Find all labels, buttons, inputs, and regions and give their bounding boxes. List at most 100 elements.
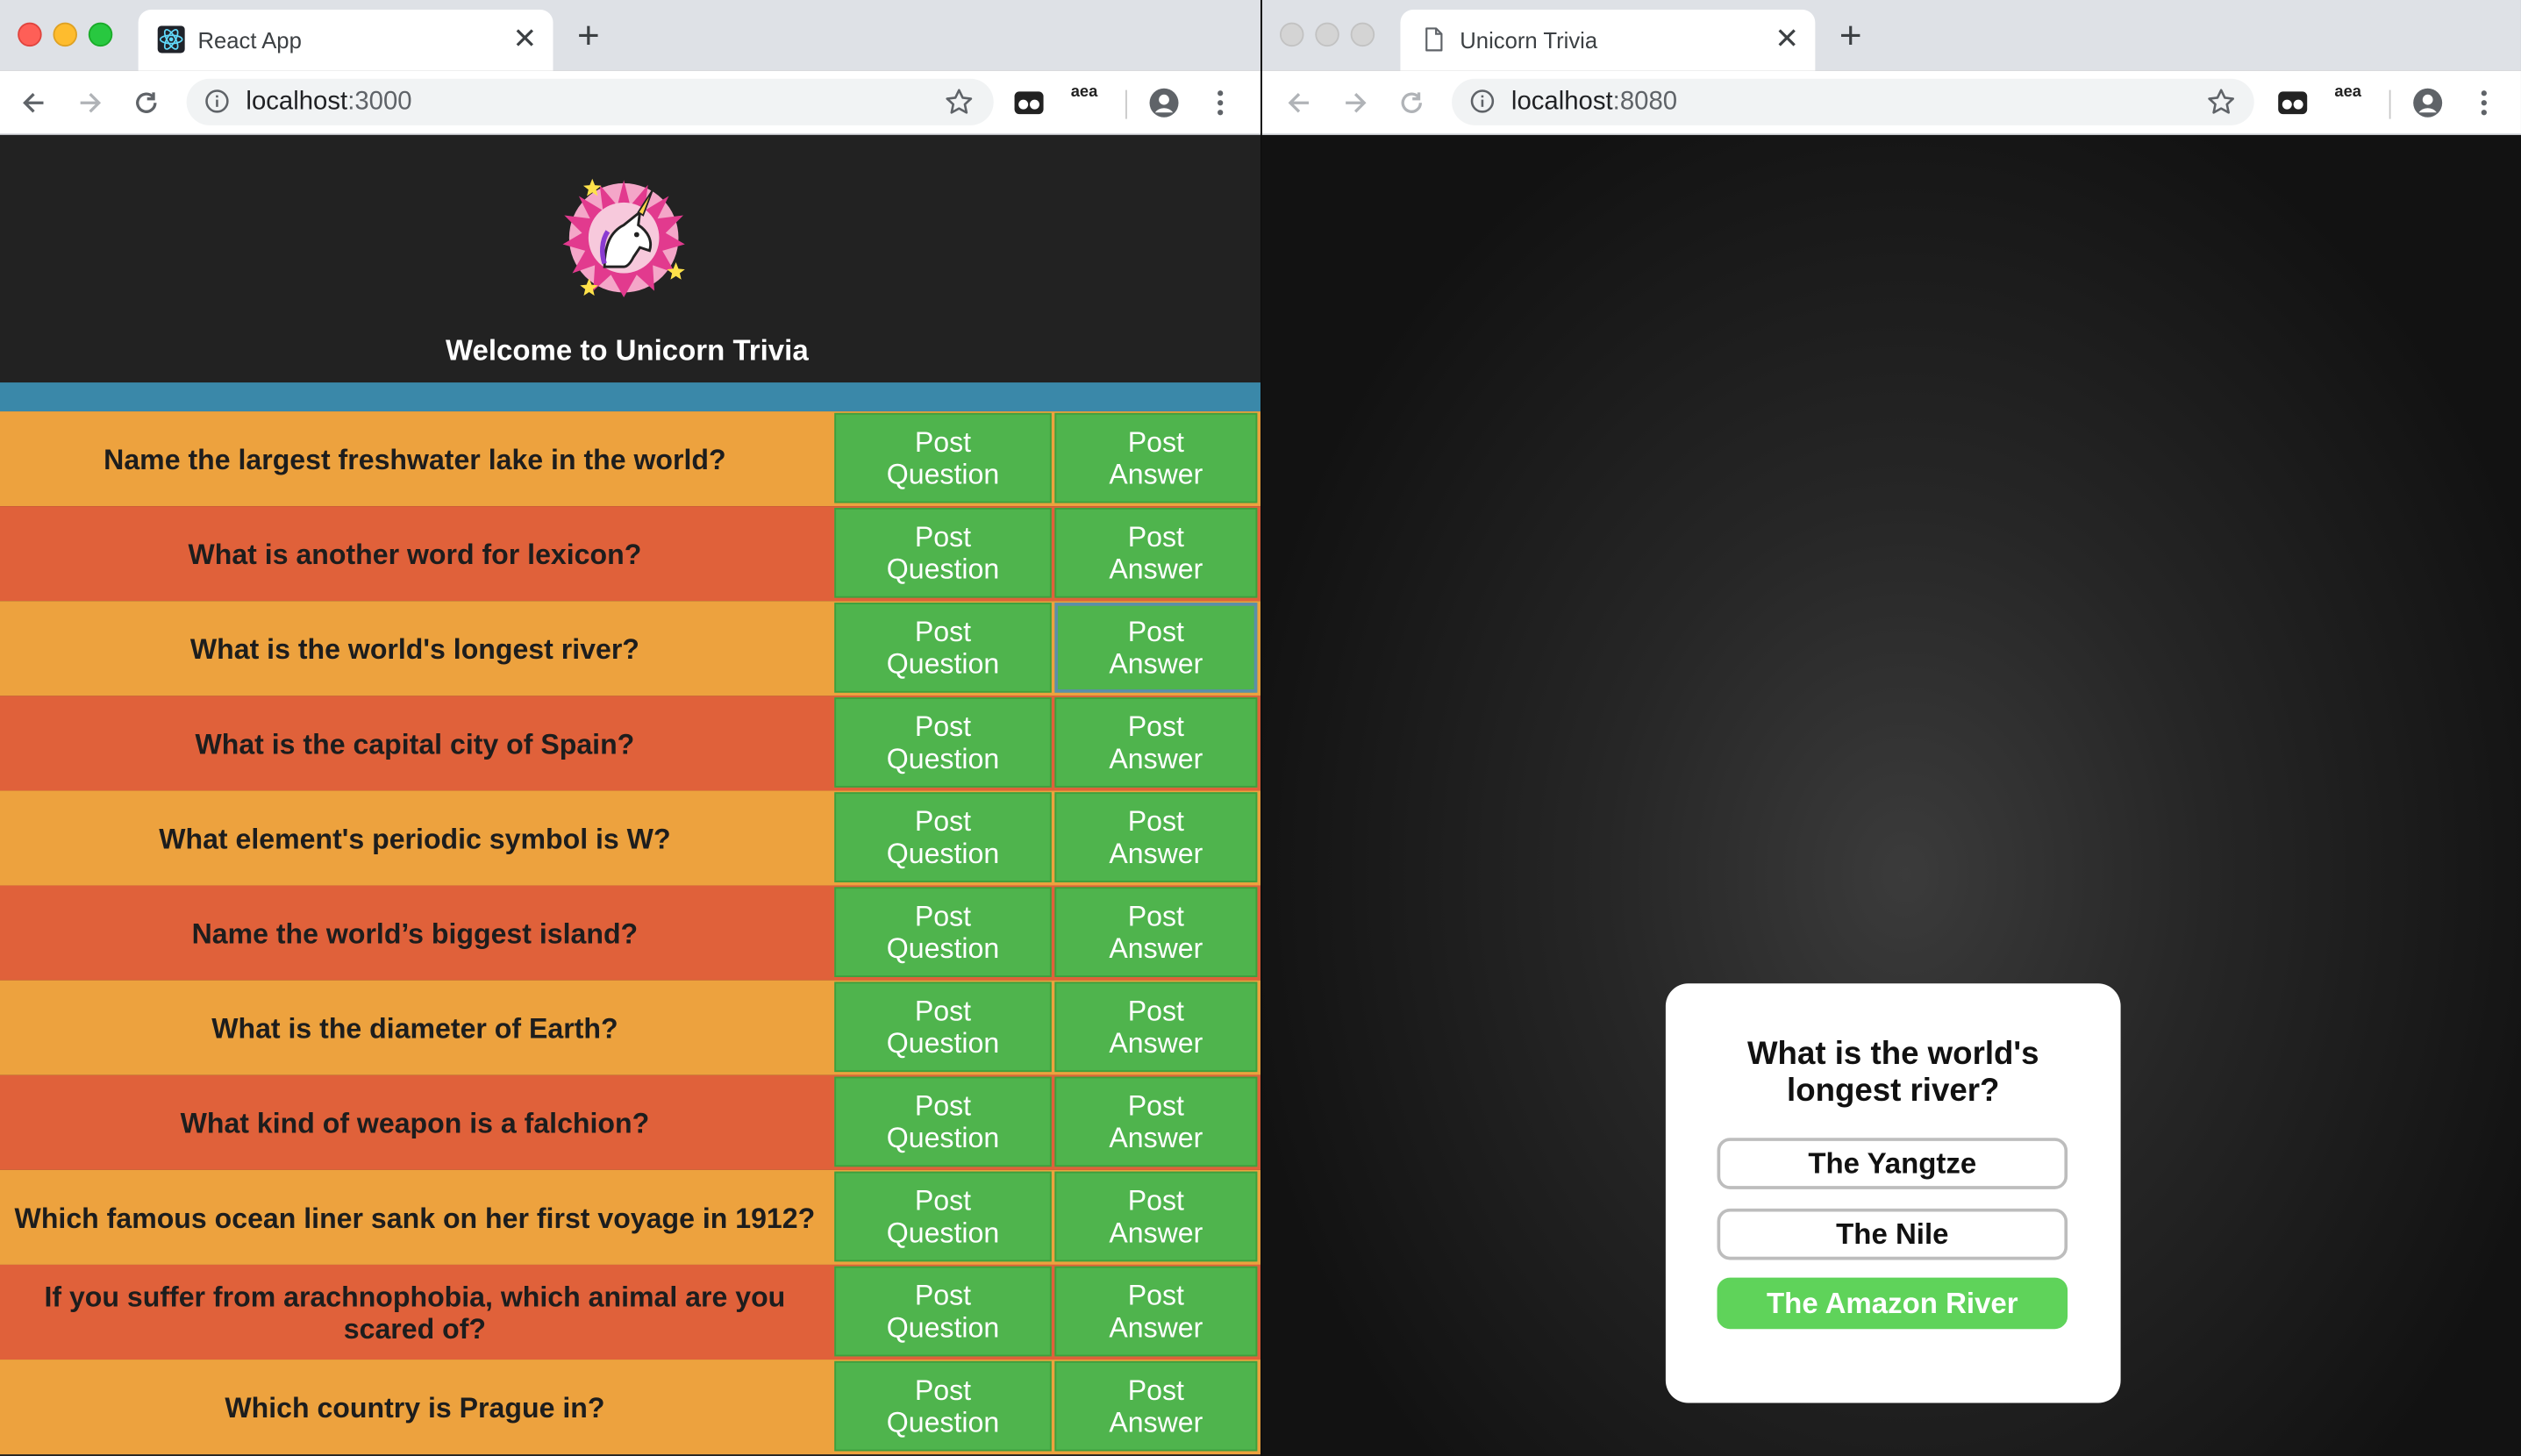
menu-kebab-icon[interactable] — [1204, 87, 1237, 119]
post-answer-button[interactable]: Post Answer — [1054, 507, 1258, 598]
close-tab-icon[interactable]: ✕ — [513, 23, 538, 55]
new-tab-button[interactable]: + — [577, 15, 600, 58]
tab-bar: React App ✕ + — [0, 0, 1260, 71]
profile-avatar-icon[interactable] — [2411, 87, 2444, 119]
question-row: What is the capital city of Spain? Post Q… — [0, 696, 1260, 791]
menu-kebab-icon[interactable] — [2468, 87, 2501, 119]
question-row: What is the diameter of Earth? Post Quest… — [0, 980, 1260, 1075]
question-text: Which country is Prague in? — [225, 1390, 605, 1424]
question-text: Which famous ocean liner sank on her fir… — [14, 1201, 816, 1234]
post-question-button[interactable]: Post Question — [834, 507, 1052, 598]
info-icon[interactable] — [204, 89, 230, 114]
question-row: What is another word for lexicon? Post Qu… — [0, 506, 1260, 602]
forward-arrow-icon[interactable] — [72, 85, 107, 120]
post-answer-button[interactable]: Post Answer — [1054, 981, 1258, 1073]
question-row: What kind of weapon is a falchion? Post Q… — [0, 1074, 1260, 1170]
extension-icon[interactable] — [1013, 87, 1046, 119]
post-answer-button[interactable]: Post Answer — [1054, 1171, 1258, 1262]
unicorn-logo — [562, 178, 685, 297]
post-question-button[interactable]: Post Question — [834, 1076, 1052, 1167]
question-row: Which famous ocean liner sank on her fir… — [0, 1169, 1260, 1265]
post-question-button[interactable]: Post Question — [834, 412, 1052, 503]
post-question-button[interactable]: Post Question — [834, 603, 1052, 693]
post-question-button[interactable]: Post Question — [834, 1171, 1052, 1262]
tab-unicorn-trivia[interactable]: Unicorn Trivia ✕ — [1400, 9, 1816, 71]
toolbar: localhost:8080 aea — [1261, 70, 2521, 135]
tab-title: React App — [197, 27, 302, 54]
close-window-button[interactable] — [18, 22, 42, 47]
page-viewport: What is the world's longest river? The Y… — [1261, 134, 2521, 1456]
question-text: What kind of weapon is a falchion? — [180, 1106, 650, 1139]
question-row: Which country is Prague in? Post Question… — [0, 1360, 1260, 1455]
question-row: What is the world's longest river? Post Q… — [0, 601, 1260, 696]
question-text: What is the diameter of Earth? — [211, 1011, 618, 1045]
browser-window-unicorn-trivia: Unicorn Trivia ✕ + localhost:8080 aea Wh… — [1261, 0, 2521, 1456]
post-answer-button[interactable]: Post Answer — [1054, 1266, 1258, 1357]
toolbar-separator — [1125, 89, 1127, 119]
answer-button-correct[interactable]: The Amazon River — [1717, 1277, 2068, 1330]
back-arrow-icon[interactable] — [16, 85, 51, 120]
trivia-card: What is the world's longest river? The Y… — [1665, 983, 2121, 1403]
profile-avatar-icon[interactable] — [1148, 87, 1181, 119]
post-question-button[interactable]: Post Question — [834, 887, 1052, 977]
question-text: What is another word for lexicon? — [188, 537, 642, 570]
close-window-button[interactable] — [1279, 22, 1304, 47]
post-question-button[interactable]: Post Question — [834, 697, 1052, 788]
url-text: localhost:3000 — [246, 88, 412, 116]
bookmark-star-icon[interactable] — [2206, 87, 2237, 118]
post-question-button[interactable]: Post Question — [834, 981, 1052, 1073]
toolbar-separator — [2389, 89, 2391, 119]
question-row: If you suffer from arachnophobia, which … — [0, 1264, 1260, 1360]
question-row: What element's periodic symbol is W? Post… — [0, 790, 1260, 886]
amazon-extension-icon[interactable]: aea — [1071, 84, 1098, 101]
question-text: What is the world's longest river? — [189, 632, 639, 665]
post-question-button[interactable]: Post Question — [834, 1360, 1052, 1452]
page-viewport: Welcome to Unicorn Trivia Name the large… — [0, 134, 1260, 1456]
address-bar[interactable]: localhost:3000 — [186, 78, 994, 125]
reload-icon[interactable] — [129, 85, 164, 120]
post-question-button[interactable]: Post Question — [834, 1266, 1052, 1357]
post-question-button[interactable]: Post Question — [834, 792, 1052, 882]
minimize-window-button[interactable] — [1315, 22, 1339, 47]
post-answer-button[interactable]: Post Answer — [1054, 697, 1258, 788]
header-accent-band — [0, 382, 1260, 412]
url-text: localhost:8080 — [1510, 88, 1678, 116]
document-icon — [1425, 27, 1443, 52]
close-tab-icon[interactable]: ✕ — [1775, 23, 1799, 55]
address-bar[interactable]: localhost:8080 — [1452, 78, 2254, 125]
question-row: Name the largest freshwater lake in the … — [0, 411, 1260, 507]
answer-button[interactable]: The Nile — [1717, 1208, 2068, 1260]
back-arrow-icon[interactable] — [1282, 85, 1317, 120]
extension-icon[interactable] — [2276, 87, 2309, 119]
amazon-extension-icon[interactable]: aea — [2334, 84, 2361, 101]
post-answer-button[interactable]: Post Answer — [1054, 603, 1258, 693]
question-row: Name the world’s biggest island? Post Que… — [0, 885, 1260, 981]
app-title: Welcome to Unicorn Trivia — [445, 334, 809, 367]
toolbar: localhost:3000 aea — [0, 70, 1260, 135]
question-text: Name the world’s biggest island? — [191, 917, 639, 949]
browser-window-react-app: React App ✕ + localhost:3000 aea Welcome… — [0, 0, 1260, 1456]
question-text: Name the largest freshwater lake in the … — [104, 442, 726, 475]
tab-bar: Unicorn Trivia ✕ + — [1261, 0, 2521, 71]
post-answer-button[interactable]: Post Answer — [1054, 412, 1258, 503]
reload-icon[interactable] — [1394, 85, 1429, 120]
tab-react-app[interactable]: React App ✕ — [138, 9, 553, 71]
post-answer-button[interactable]: Post Answer — [1054, 1076, 1258, 1167]
tab-title: Unicorn Trivia — [1460, 27, 1598, 54]
question-text: What element's periodic symbol is W? — [159, 822, 671, 854]
minimize-window-button[interactable] — [53, 22, 77, 47]
answer-button[interactable]: The Yangtze — [1717, 1138, 2068, 1189]
forward-arrow-icon[interactable] — [1338, 85, 1373, 120]
new-tab-button[interactable]: + — [1839, 15, 1862, 58]
info-icon[interactable] — [1469, 89, 1495, 114]
bookmark-star-icon[interactable] — [944, 87, 975, 118]
screen: React App ✕ + localhost:3000 aea Welcome… — [0, 0, 2521, 1456]
maximize-window-button[interactable] — [88, 22, 113, 47]
post-answer-button[interactable]: Post Answer — [1054, 792, 1258, 882]
react-atom-icon — [157, 25, 185, 54]
trivia-question: What is the world's longest river? — [1746, 1036, 2039, 1110]
post-answer-button[interactable]: Post Answer — [1054, 1360, 1258, 1452]
post-answer-button[interactable]: Post Answer — [1054, 887, 1258, 977]
maximize-window-button[interactable] — [1350, 22, 1375, 47]
question-text: What is the capital city of Spain? — [195, 727, 635, 760]
